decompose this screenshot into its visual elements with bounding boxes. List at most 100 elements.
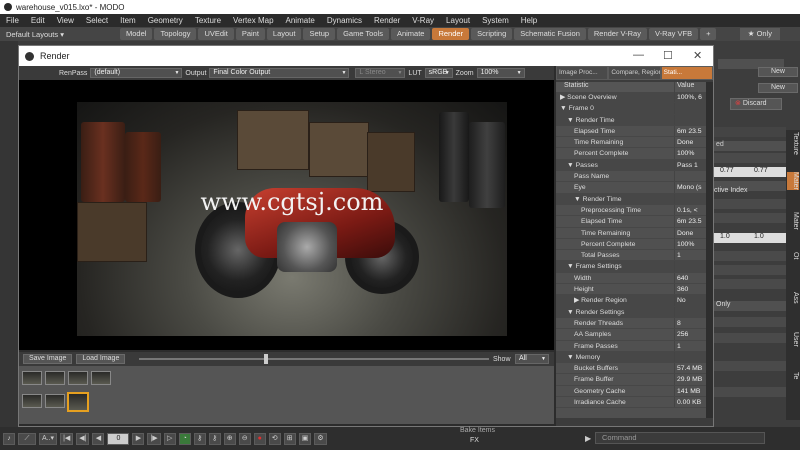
menu-item-help[interactable]: Help [515, 16, 543, 25]
menu-item-texture[interactable]: Texture [189, 16, 227, 25]
options-icon[interactable]: ⊞ [283, 432, 296, 445]
key-icon[interactable]: ⚷ [193, 432, 206, 445]
value-field-1[interactable]: 0.77 0.77 [714, 167, 786, 177]
stat-row[interactable]: Geometry Cache 141 MB [556, 385, 706, 398]
image-slider-handle[interactable] [264, 354, 268, 364]
new-button-2[interactable]: New [758, 83, 798, 93]
layout-menu-button[interactable]: Default Layouts ▾ [0, 30, 120, 39]
tab-schematic-fusion[interactable]: Schematic Fusion [514, 28, 586, 40]
remove-key-icon[interactable]: ⊖ [238, 432, 251, 445]
show-dropdown[interactable]: All [515, 354, 549, 364]
stat-row[interactable]: Percent Complete 100% [556, 238, 706, 251]
stat-row[interactable]: Eye Mono (s [556, 182, 706, 194]
menu-item-v-ray[interactable]: V-Ray [406, 16, 440, 25]
minimize-icon[interactable]: — [633, 49, 644, 61]
key-icon-2[interactable]: ⚷ [208, 432, 221, 445]
add-key-icon[interactable]: ⊕ [223, 432, 236, 445]
graph-icon[interactable]: ⟋ [18, 432, 36, 445]
tab-game-tools[interactable]: Game Tools [337, 28, 389, 40]
stat-row[interactable]: ▼ Memory [556, 351, 706, 364]
stat-row[interactable]: ▶ Scene Overview 100%, 6 [556, 92, 706, 104]
stat-row[interactable]: Width 640 [556, 272, 706, 285]
tab-render[interactable]: Render [432, 28, 470, 40]
value-field-2[interactable]: 1.0 1.0 [714, 233, 786, 243]
chevron-right-icon[interactable]: ▶ [585, 434, 591, 443]
side-tab[interactable]: Mater [787, 212, 799, 230]
stat-row[interactable]: Irradiance Cache 0.00 KB [556, 397, 706, 409]
render-thumbnail[interactable] [22, 394, 42, 408]
stat-tab[interactable]: Image Proc... [556, 66, 609, 80]
prev-key-icon[interactable]: ◀| [76, 432, 90, 445]
discard-button[interactable]: ⊗ Discard [730, 98, 782, 110]
tab-uvedit[interactable]: UVEdit [198, 28, 234, 40]
stat-row[interactable]: Frame Buffer 29.9 MB [556, 374, 706, 386]
next-key-icon[interactable]: |▶ [147, 432, 161, 445]
menu-item-view[interactable]: View [51, 16, 80, 25]
stat-row[interactable]: ▼ Render Time [556, 193, 706, 205]
render-viewport[interactable]: www.cgtsj.com [19, 80, 554, 350]
anim-menu[interactable]: A..▾ [39, 432, 58, 445]
tab--[interactable]: + [700, 28, 717, 40]
audio-icon[interactable]: ◔ [178, 432, 191, 445]
menu-item-geometry[interactable]: Geometry [142, 16, 189, 25]
side-tab[interactable]: Texture [787, 132, 799, 155]
stat-row[interactable]: ▼ Frame Settings [556, 261, 706, 273]
only-dropdown[interactable]: Only [714, 301, 786, 311]
go-start-icon[interactable]: |◀ [60, 432, 74, 445]
tab-animate[interactable]: Animate [390, 28, 431, 40]
tab-setup[interactable]: Setup [303, 28, 336, 40]
menu-item-dynamics[interactable]: Dynamics [321, 16, 368, 25]
menu-item-animate[interactable]: Animate [280, 16, 321, 25]
stat-row[interactable]: ▶ Render Region No [556, 295, 706, 307]
loop-icon[interactable]: ⟲ [268, 432, 281, 445]
stat-scrollbar[interactable] [706, 82, 713, 418]
new-button[interactable]: New [758, 67, 798, 77]
frame-field[interactable]: 0 [107, 432, 130, 445]
render-thumbnail[interactable] [91, 371, 111, 385]
zoom-dropdown[interactable]: 100% [476, 68, 525, 78]
menu-item-select[interactable]: Select [80, 16, 114, 25]
side-tab[interactable]: Ass [787, 292, 799, 304]
stat-tab[interactable]: Compare, Region, ... [608, 66, 661, 80]
menu-item-system[interactable]: System [476, 16, 515, 25]
stat-row[interactable]: ▼ Passes Pass 1 [556, 159, 706, 172]
menu-item-file[interactable]: File [0, 16, 25, 25]
stat-row[interactable]: ▼ Render Settings [556, 306, 706, 318]
keyframe-icon[interactable]: ♪ [3, 432, 15, 445]
next-frame-icon[interactable]: ▶ [132, 432, 145, 445]
stat-tab[interactable]: Stati... [660, 66, 713, 80]
tab-paint[interactable]: Paint [235, 28, 265, 40]
settings-icon[interactable]: ⚙ [314, 432, 327, 445]
stat-row[interactable]: Pass Name [556, 171, 706, 183]
only-toggle[interactable]: ★ Only [739, 28, 780, 40]
menu-item-vertex-map[interactable]: Vertex Map [227, 16, 279, 25]
maximize-icon[interactable]: ☐ [663, 49, 673, 62]
command-input[interactable]: Command [595, 432, 765, 444]
output-dropdown[interactable]: Final Color Output [209, 68, 350, 78]
lut-dropdown[interactable]: sRGB [424, 68, 453, 78]
stat-row[interactable]: Render Threads 8 [556, 317, 706, 330]
render-thumbnail[interactable] [45, 371, 65, 385]
tab-render-v-ray[interactable]: Render V-Ray [587, 28, 647, 40]
stat-row[interactable]: Height 360 [556, 284, 706, 296]
render-thumbnail[interactable] [68, 371, 88, 385]
render-thumbnail[interactable] [45, 394, 65, 408]
stat-row[interactable]: ▼ Render Time [556, 114, 706, 126]
stat-row[interactable]: Time Remaining Done [556, 137, 706, 149]
prev-frame-icon[interactable]: ◀ [92, 432, 105, 445]
tab-model[interactable]: Model [120, 28, 153, 40]
menu-item-edit[interactable]: Edit [25, 16, 51, 25]
stat-row[interactable]: Bucket Buffers 57.4 MB [556, 363, 706, 375]
image-slider-track[interactable] [139, 358, 489, 360]
cache-icon[interactable]: ▣ [298, 432, 312, 445]
save-image-button[interactable]: Save Image [23, 354, 73, 364]
stat-row[interactable]: Preprocessing Time 0.1s, < [556, 204, 706, 217]
menu-item-item[interactable]: Item [114, 16, 142, 25]
menu-item-layout[interactable]: Layout [440, 16, 476, 25]
stat-row[interactable]: Time Remaining Done [556, 227, 706, 239]
tab-scripting[interactable]: Scripting [471, 28, 513, 40]
menu-item-render[interactable]: Render [368, 16, 406, 25]
stat-row[interactable]: Total Passes 1 [556, 250, 706, 262]
load-image-button[interactable]: Load Image [76, 354, 126, 364]
stat-row[interactable]: Elapsed Time 6m 23.5 [556, 216, 706, 228]
